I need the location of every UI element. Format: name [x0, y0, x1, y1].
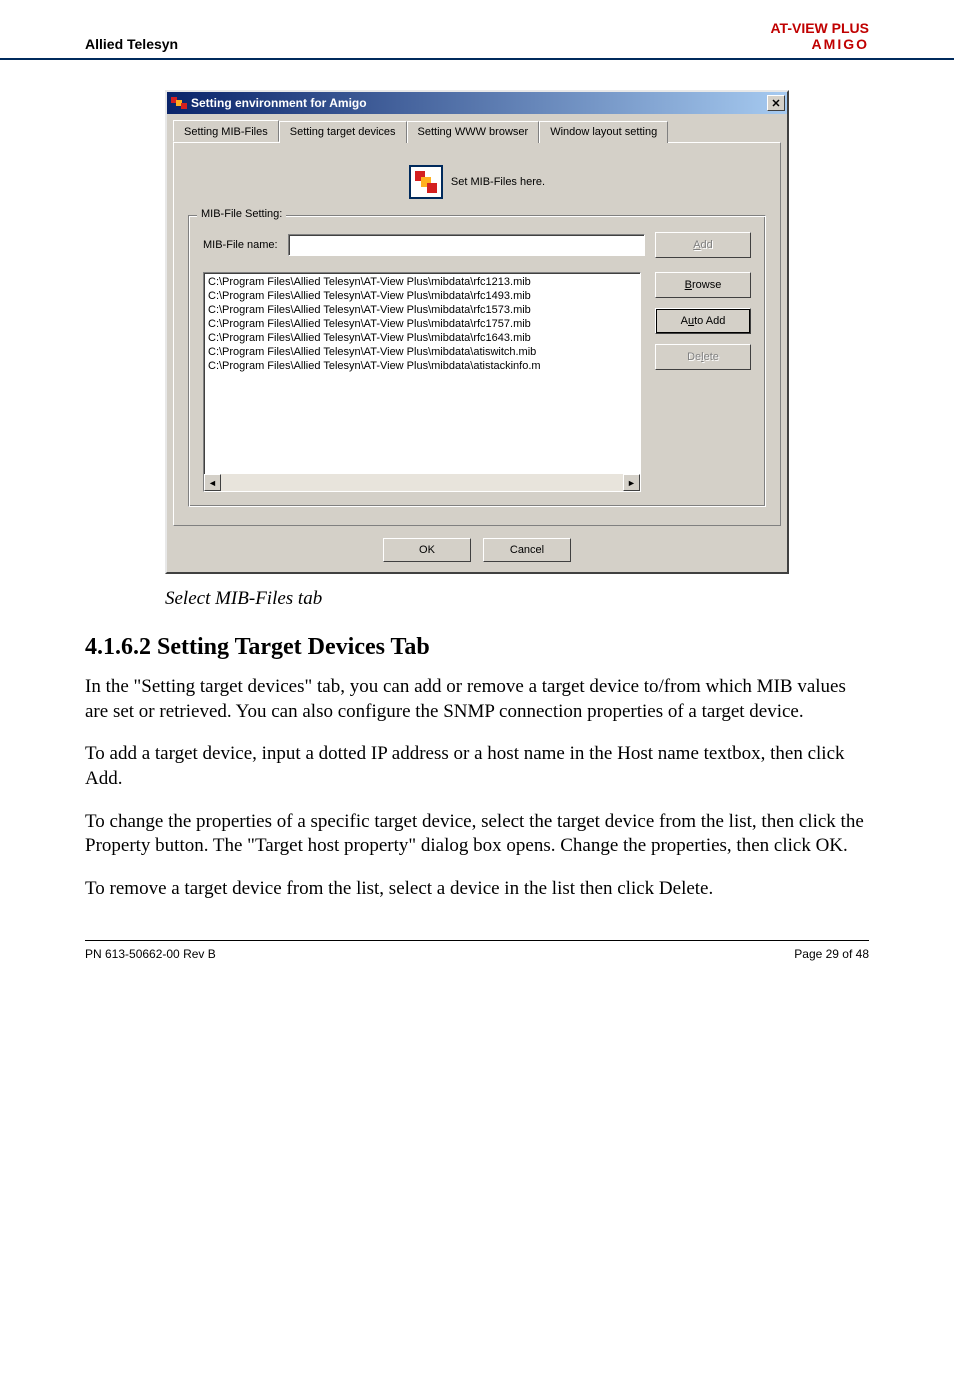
- tab-panel: Set MIB-Files here. MIB-File Setting: MI…: [173, 142, 781, 526]
- ok-button[interactable]: OK: [383, 538, 471, 562]
- list-item[interactable]: C:\Program Files\Allied Telesyn\AT-View …: [204, 345, 640, 359]
- page-footer: PN 613-50662-00 Rev B Page 29 of 48: [85, 940, 869, 961]
- settings-dialog: Setting environment for Amigo ✕ Setting …: [165, 90, 789, 574]
- mibfile-name-label: MIB-File name:: [203, 239, 278, 251]
- header-left: Allied Telesyn: [85, 36, 178, 52]
- body-paragraph: In the "Setting target devices" tab, you…: [0, 675, 954, 742]
- section-heading: 4.1.6.2 Setting Target Devices Tab: [0, 610, 954, 675]
- mib-file-listbox[interactable]: C:\Program Files\Allied Telesyn\AT-View …: [203, 272, 641, 492]
- add-button[interactable]: Add: [655, 232, 751, 258]
- close-button[interactable]: ✕: [767, 95, 785, 111]
- cancel-button[interactable]: Cancel: [483, 538, 571, 562]
- browse-button[interactable]: Browse: [655, 272, 751, 298]
- banner-icon: [409, 165, 443, 199]
- body-paragraph: To remove a target device from the list,…: [0, 877, 954, 920]
- figure-caption: Select MIB-Files tab: [0, 584, 954, 610]
- mib-file-setting-group: MIB-File Setting: MIB-File name: Add C:\…: [188, 215, 766, 507]
- tab-window-layout[interactable]: Window layout setting: [539, 121, 668, 143]
- tab-www-browser[interactable]: Setting WWW browser: [407, 121, 540, 143]
- mibfile-name-input[interactable]: [288, 234, 645, 256]
- header-right: AT-VIEW PLUS AMIGO: [770, 20, 869, 52]
- list-item[interactable]: C:\Program Files\Allied Telesyn\AT-View …: [204, 359, 640, 373]
- titlebar: Setting environment for Amigo ✕: [167, 92, 787, 114]
- scroll-right-button[interactable]: ►: [623, 474, 640, 491]
- page-header: Allied Telesyn AT-VIEW PLUS AMIGO: [0, 0, 954, 60]
- app-icon: [171, 95, 187, 111]
- footer-left: PN 613-50662-00 Rev B: [85, 947, 216, 961]
- body-paragraph: To add a target device, input a dotted I…: [0, 742, 954, 809]
- banner: Set MIB-Files here.: [188, 157, 766, 215]
- horizontal-scrollbar[interactable]: ◄ ►: [204, 474, 640, 491]
- footer-right: Page 29 of 48: [794, 947, 869, 961]
- list-item[interactable]: C:\Program Files\Allied Telesyn\AT-View …: [204, 275, 640, 289]
- banner-text: Set MIB-Files here.: [451, 176, 545, 188]
- list-item[interactable]: C:\Program Files\Allied Telesyn\AT-View …: [204, 303, 640, 317]
- list-item[interactable]: C:\Program Files\Allied Telesyn\AT-View …: [204, 317, 640, 331]
- dialog-buttons: OK Cancel: [167, 532, 787, 572]
- auto-add-button[interactable]: Auto Add: [655, 308, 751, 334]
- group-legend: MIB-File Setting:: [197, 208, 286, 220]
- dialog-title: Setting environment for Amigo: [191, 96, 367, 110]
- body-paragraph: To change the properties of a specific t…: [0, 810, 954, 877]
- brand-line2: AMIGO: [770, 36, 869, 52]
- tab-mib-files[interactable]: Setting MIB-Files: [173, 120, 279, 142]
- tabstrip: Setting MIB-Files Setting target devices…: [167, 114, 787, 142]
- delete-button[interactable]: Delete: [655, 344, 751, 370]
- tab-target-devices[interactable]: Setting target devices: [279, 121, 407, 143]
- brand-line1: AT-VIEW PLUS: [770, 20, 869, 36]
- scroll-left-button[interactable]: ◄: [204, 474, 221, 491]
- list-item[interactable]: C:\Program Files\Allied Telesyn\AT-View …: [204, 289, 640, 303]
- list-item[interactable]: C:\Program Files\Allied Telesyn\AT-View …: [204, 331, 640, 345]
